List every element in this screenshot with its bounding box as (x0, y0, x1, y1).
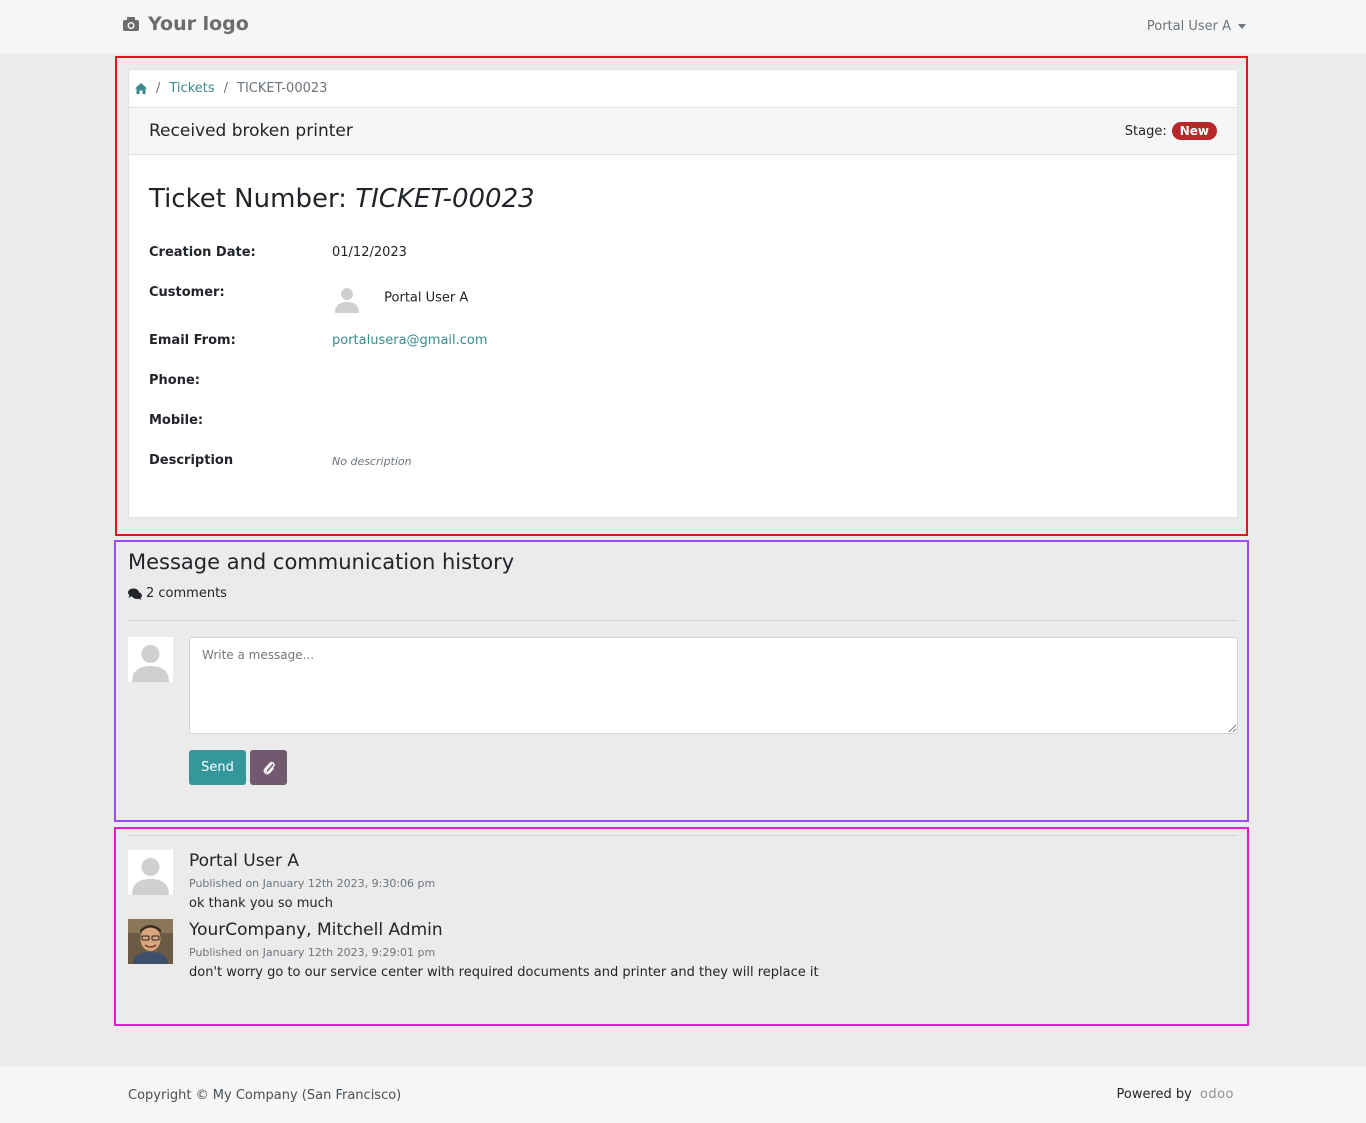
message-date: Published on January 12th 2023, 9:29:01 … (189, 946, 436, 959)
user-menu[interactable]: Portal User A (1147, 19, 1246, 34)
stage-label: Stage: (1124, 123, 1167, 139)
breadcrumb-separator: / (223, 81, 229, 96)
phone-label: Phone: (149, 373, 200, 388)
camera-icon (123, 17, 139, 31)
message-author: YourCompany, Mitchell Admin (189, 920, 443, 940)
breadcrumb-tickets-link[interactable]: Tickets (169, 81, 214, 96)
stage-indicator: Stage: New (1125, 122, 1217, 140)
user-placeholder-icon (128, 850, 173, 895)
comments-icon (128, 588, 142, 600)
ticket-subject: Received broken printer (149, 121, 353, 141)
message-input[interactable] (189, 637, 1238, 734)
user-menu-label: Portal User A (1146, 19, 1231, 34)
footer: Copyright © My Company (San Francisco) P… (0, 1067, 1366, 1123)
logo-text: Your logo (148, 13, 249, 35)
customer-avatar-icon (332, 283, 362, 313)
creation-date-label: Creation Date: (149, 245, 256, 260)
copyright-text: Copyright © My Company (San Francisco) (128, 1088, 402, 1103)
customer-value: Portal User A (332, 283, 468, 313)
attach-button[interactable] (250, 750, 287, 785)
ticket-card: / Tickets / TICKET-00023 Received broken… (128, 69, 1238, 518)
comments-count: 2 comments (128, 586, 227, 601)
chatter-title: Message and communication history (128, 550, 515, 574)
logo[interactable]: Your logo (122, 13, 249, 35)
customer-label: Customer: (149, 285, 225, 300)
description-label: Description (149, 453, 234, 468)
breadcrumb-separator: / (156, 81, 161, 96)
creation-date-value: 01/12/2023 (332, 245, 407, 260)
send-button[interactable]: Send (189, 750, 246, 785)
stage-badge: New (1171, 122, 1217, 140)
admin-photo-icon (128, 919, 173, 964)
top-navbar: Your logo Portal User A (0, 0, 1366, 53)
customer-name: Portal User A (384, 290, 469, 306)
mobile-label: Mobile: (149, 413, 204, 428)
email-link[interactable]: portalusera@gmail.com (332, 333, 488, 348)
ticket-number-value: TICKET-00023 (355, 184, 535, 214)
ticket-number-heading: Ticket Number: TICKET-00023 (149, 184, 535, 214)
caret-down-icon (1238, 24, 1246, 29)
divider (128, 835, 1238, 836)
paperclip-icon (263, 761, 275, 774)
powered-by[interactable]: Powered by odoo (1117, 1087, 1234, 1102)
breadcrumb-current: TICKET-00023 (237, 81, 328, 96)
message-avatar-photo (128, 919, 173, 964)
message-body: ok thank you so much (189, 896, 333, 911)
user-placeholder-icon (128, 637, 173, 682)
comments-count-text: 2 comments (146, 586, 227, 601)
email-label: Email From: (149, 333, 236, 348)
message-avatar (128, 850, 173, 895)
message-body: don't worry go to our service center wit… (189, 965, 819, 980)
ticket-header: Received broken printer Stage: New (129, 108, 1237, 155)
home-icon[interactable] (135, 83, 147, 94)
message-date: Published on January 12th 2023, 9:30:06 … (189, 877, 436, 890)
composer-avatar (128, 637, 173, 682)
divider (128, 620, 1238, 621)
message-author: Portal User A (189, 851, 300, 871)
breadcrumb: / Tickets / TICKET-00023 (129, 70, 1237, 108)
description-value: No description (332, 455, 412, 468)
odoo-logo: odoo (1199, 1087, 1234, 1102)
ticket-number-label: Ticket Number: (149, 184, 347, 214)
powered-by-label: Powered by (1116, 1087, 1192, 1102)
